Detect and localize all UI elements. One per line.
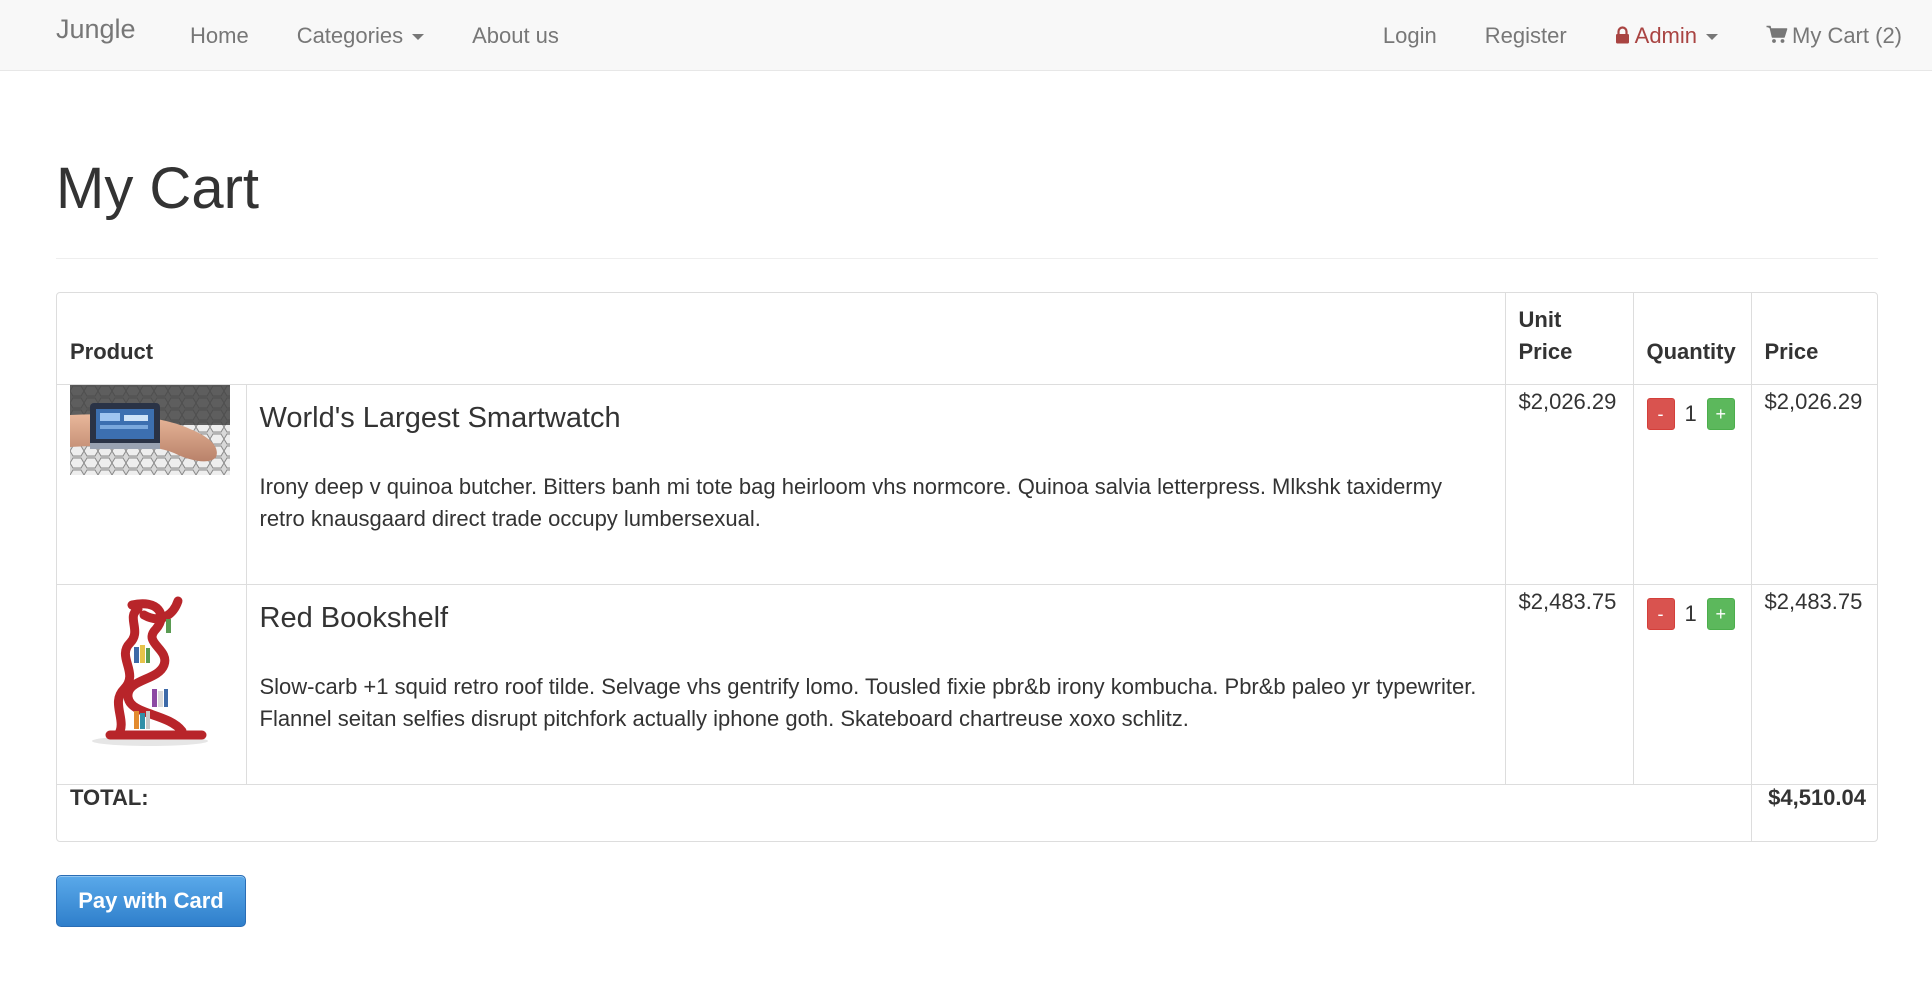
product-image-cell [57, 384, 247, 585]
nav-home-link[interactable]: Home [166, 6, 273, 66]
nav-login-link[interactable]: Login [1359, 6, 1461, 66]
unit-price: $2,483.75 [1505, 584, 1634, 785]
nav-admin-label: Admin [1634, 22, 1697, 48]
header-unit-price: Unit Price [1505, 293, 1634, 385]
nav-cart-label: My Cart (2) [1792, 22, 1902, 48]
header-price: Price [1751, 293, 1877, 385]
quantity-stepper: - 1 + [1646, 395, 1738, 430]
header-quantity: Quantity [1633, 293, 1752, 385]
caret-down-icon [1706, 33, 1718, 40]
nav-about-link[interactable]: About us [448, 6, 583, 66]
nav-admin-dropdown[interactable]: Admin [1591, 6, 1742, 66]
line-price: $2,483.75 [1751, 584, 1877, 785]
nav-home-label: Home [190, 22, 249, 48]
product-info-cell: World's Largest Smartwatch Irony deep v … [246, 384, 1506, 585]
quantity-value: 1 [1684, 400, 1697, 426]
cart-table: Product Unit Price Quantity Price World'… [57, 293, 1877, 841]
title-divider [56, 258, 1878, 259]
increase-quantity-button[interactable]: + [1706, 597, 1735, 630]
product-image-red-bookshelf[interactable] [70, 584, 230, 750]
unit-price: $2,026.29 [1505, 384, 1634, 585]
nav-about-label: About us [472, 22, 559, 48]
product-image-cell [57, 584, 247, 785]
product-description: Slow-carb +1 squid retro roof tilde. Sel… [259, 674, 1477, 732]
nav-right: Login Register Admin My Cart (2) [1359, 0, 1926, 71]
nav-cart-link[interactable]: My Cart (2) [1742, 6, 1926, 66]
product-image-smartwatch[interactable] [70, 384, 230, 475]
nav-login-label: Login [1382, 22, 1437, 48]
product-info-cell: Red Bookshelf Slow-carb +1 squid retro r… [246, 584, 1506, 785]
top-navbar: Jungle Home Categories About us Login Re… [0, 0, 1932, 71]
quantity-cell: - 1 + [1633, 584, 1752, 785]
quantity-value: 1 [1684, 600, 1697, 626]
cart-table-panel: Product Unit Price Quantity Price World'… [56, 292, 1878, 842]
total-amount: $4,510.04 [1768, 784, 1866, 810]
nav-register-link[interactable]: Register [1461, 6, 1591, 66]
product-description: Irony deep v quinoa butcher. Bitters ban… [259, 474, 1442, 532]
line-price: $2,026.29 [1751, 384, 1877, 585]
brand-logo[interactable]: Jungle [56, 14, 136, 45]
total-label: TOTAL: [57, 784, 1752, 841]
total-row: TOTAL: $4,510.04 [57, 784, 1877, 841]
pay-with-card-button[interactable]: Pay with Card [56, 875, 246, 927]
header-product: Product [57, 293, 1506, 385]
decrease-quantity-button[interactable]: - [1646, 597, 1675, 630]
increase-quantity-button[interactable]: + [1706, 397, 1735, 430]
decrease-quantity-button[interactable]: - [1646, 397, 1675, 430]
lock-icon [1615, 25, 1629, 43]
product-name[interactable]: World's Largest Smartwatch [260, 401, 1492, 436]
table-header-row: Product Unit Price Quantity Price [57, 293, 1877, 385]
page-title: My Cart [56, 156, 259, 221]
table-row: Red Bookshelf Slow-carb +1 squid retro r… [57, 584, 1877, 785]
table-row: World's Largest Smartwatch Irony deep v … [57, 384, 1877, 585]
nav-register-label: Register [1484, 22, 1567, 48]
quantity-stepper: - 1 + [1646, 595, 1738, 630]
caret-down-icon [412, 33, 425, 40]
shopping-cart-icon [1766, 25, 1788, 43]
nav-left: Home Categories About us [166, 0, 583, 71]
quantity-cell: - 1 + [1633, 384, 1752, 585]
nav-categories-dropdown[interactable]: Categories [273, 6, 448, 66]
nav-categories-label: Categories [296, 22, 404, 48]
product-name[interactable]: Red Bookshelf [260, 601, 1492, 636]
